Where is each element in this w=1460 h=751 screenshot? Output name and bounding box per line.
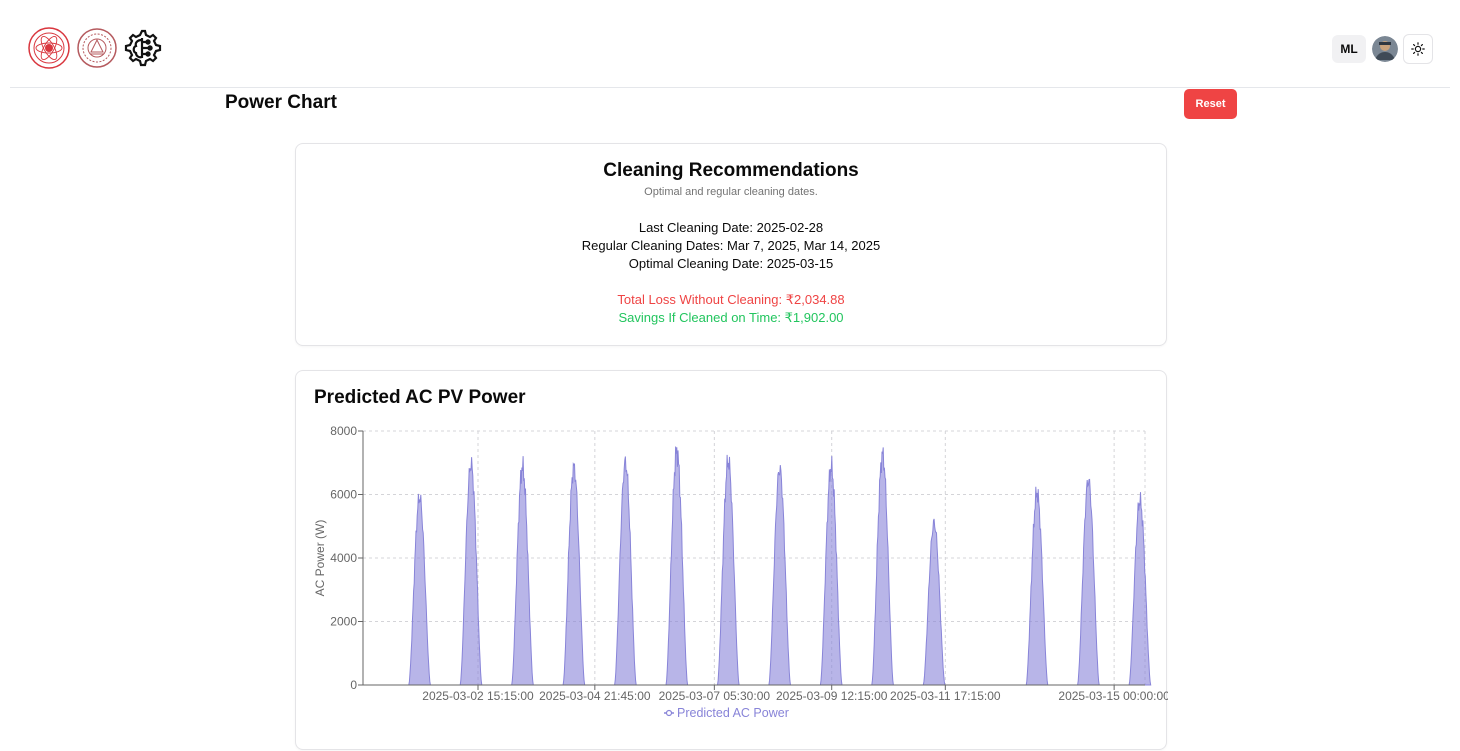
page-title: Power Chart bbox=[225, 92, 337, 113]
total-loss-text: Total Loss Without Cleaning: ₹2,034.88 bbox=[617, 292, 845, 307]
user-avatar[interactable] bbox=[1372, 36, 1398, 62]
area-day-2025-03-09 bbox=[819, 456, 843, 686]
y-axis-label: AC Power (W) bbox=[313, 520, 327, 597]
institute-emblem-icon[interactable] bbox=[28, 27, 70, 69]
power-chart-card: Predicted AC PV Power 0 2000 4000 6000 8000 2… bbox=[295, 370, 1168, 751]
chart-legend: Predicted AC Power bbox=[664, 706, 789, 720]
theme-toggle-button[interactable] bbox=[1403, 34, 1433, 64]
card-title: Cleaning Recommendations bbox=[603, 160, 859, 181]
chart-grid bbox=[363, 430, 1146, 686]
y-tick-label: 6000 bbox=[330, 488, 357, 502]
area-day-2025-03-02 bbox=[459, 457, 483, 686]
y-tick-label: 8000 bbox=[330, 424, 357, 438]
y-tick-label: 0 bbox=[350, 678, 357, 692]
savings-text: Savings If Cleaned on Time: ₹1,902.00 bbox=[618, 310, 844, 325]
x-tick-label: 2025-03-15 00:00:00 bbox=[1058, 689, 1168, 703]
area-day-2025-03-15 bbox=[1128, 492, 1152, 686]
ac-power-chart[interactable]: 0 2000 4000 6000 8000 2025-03-02 15:15:00 2025… bbox=[296, 371, 1168, 751]
y-tick-label: 4000 bbox=[330, 551, 357, 565]
top-navbar: ML bbox=[10, 0, 1450, 88]
area-day-2025-03-06 bbox=[665, 446, 689, 686]
reset-button[interactable]: Reset bbox=[1184, 89, 1237, 119]
x-tick-label: 2025-03-11 17:15:00 bbox=[890, 689, 1001, 703]
area-day-2025-03-13 bbox=[1025, 486, 1049, 686]
area-day-2025-03-03 bbox=[511, 456, 534, 686]
optimal-cleaning-date: Optimal Cleaning Date: 2025-03-15 bbox=[628, 256, 834, 271]
user-initials-badge[interactable]: ML bbox=[1332, 35, 1366, 63]
series-predicted-ac-power bbox=[408, 446, 1152, 686]
ai-gear-icon[interactable] bbox=[121, 27, 163, 69]
card-subtitle: Optimal and regular cleaning dates. bbox=[644, 186, 818, 198]
x-tick-label: 2025-03-09 12:15:00 bbox=[776, 689, 888, 703]
area-day-2025-03-14 bbox=[1077, 478, 1100, 686]
legend-marker-icon bbox=[665, 709, 673, 717]
regular-cleaning-dates: Regular Cleaning Dates: Mar 7, 2025, Mar… bbox=[581, 238, 881, 253]
area-day-2025-03-04 bbox=[562, 462, 586, 686]
university-seal-icon[interactable] bbox=[76, 27, 118, 69]
area-day-2025-03-11 bbox=[922, 518, 946, 686]
area-day-2025-03-07 bbox=[717, 454, 740, 686]
cleaning-recommendations-card: Cleaning Recommendations Optimal and reg… bbox=[295, 143, 1167, 346]
x-tick-label: 2025-03-07 05:30:00 bbox=[659, 689, 771, 703]
sun-icon bbox=[1411, 42, 1425, 56]
legend-label: Predicted AC Power bbox=[677, 706, 789, 720]
x-tick-label: 2025-03-02 15:15:00 bbox=[422, 689, 534, 703]
area-day-2025-03-10 bbox=[871, 447, 894, 686]
last-cleaning-date: Last Cleaning Date: 2025-02-28 bbox=[638, 220, 824, 235]
x-tick-label: 2025-03-04 21:45:00 bbox=[539, 689, 651, 703]
area-day-2025-03-08 bbox=[768, 465, 791, 686]
area-day-2025-03-05 bbox=[614, 456, 637, 686]
y-tick-label: 2000 bbox=[330, 615, 357, 629]
area-day-2025-03-01 bbox=[408, 493, 431, 686]
